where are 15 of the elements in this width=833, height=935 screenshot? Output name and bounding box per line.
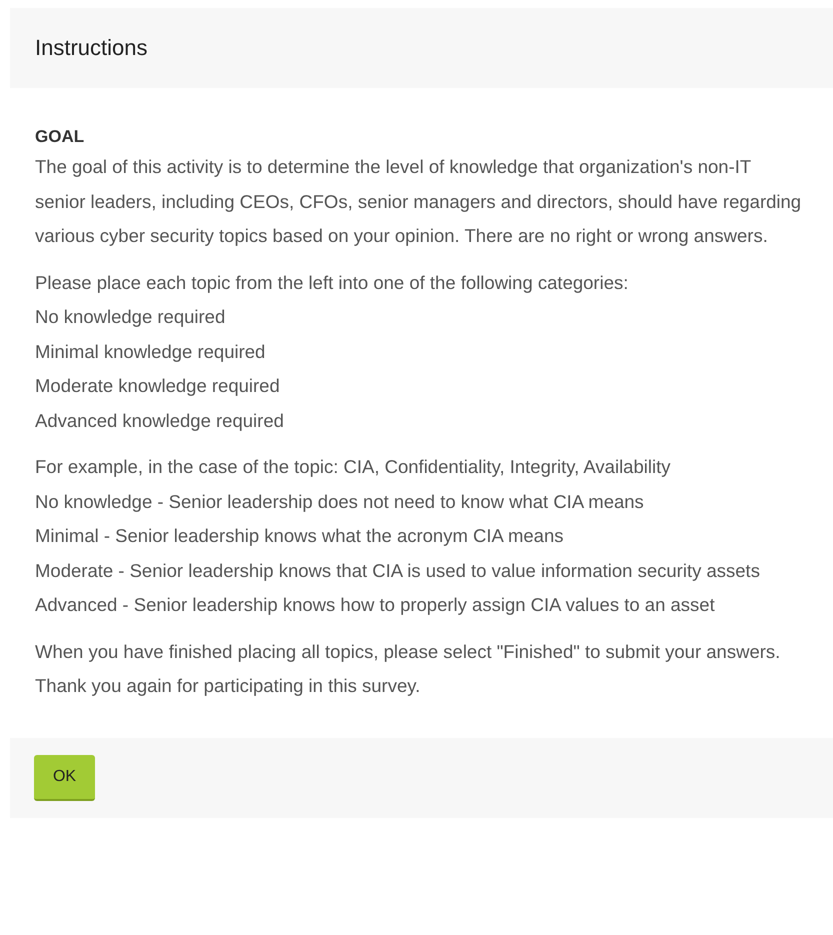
instruction-text: No knowledge - Senior leadership does not need to know what CIA means — [35, 490, 645, 514]
instruction-text: Minimal knowledge required — [35, 340, 266, 364]
instruction-text: Moderate - Senior leadership knows that CIA is used to value information security assets — [35, 558, 761, 583]
instruction-text: No knowledge required — [35, 305, 226, 329]
instruction-text: Advanced knowledge required — [35, 408, 285, 433]
instruction-text: Advanced - Senior leadership knows how to properly assign CIA values to an asset — [35, 593, 716, 617]
instruction-text: The goal of this activity is to determine the level of knowledge that organization's non-IT senior leaders, including CEOs, CFOs, senior managers and directors, should have regarding various cyber security topics based on your opinion. There are no right or wrong answers. — [35, 155, 802, 248]
instruction-text: Minimal - Senior leadership knows what the acronym CIA means — [35, 524, 565, 548]
instruction-text: Moderate knowledge required — [35, 374, 281, 398]
dialog-title: Instructions — [35, 35, 148, 61]
instruction-text: When you have finished placing all topics, please select "Finished" to submit your answers. Thank you again for participating in this survey. — [35, 640, 782, 698]
instruction-text: Please place each topic from the left into one of the following categories: — [35, 270, 630, 295]
section-heading: GOAL — [35, 126, 86, 148]
ok-button[interactable]: OK — [34, 754, 95, 800]
instruction-text: For example, in the case of the topic: CIA, Confidentiality, Integrity, Availability — [35, 455, 672, 479]
